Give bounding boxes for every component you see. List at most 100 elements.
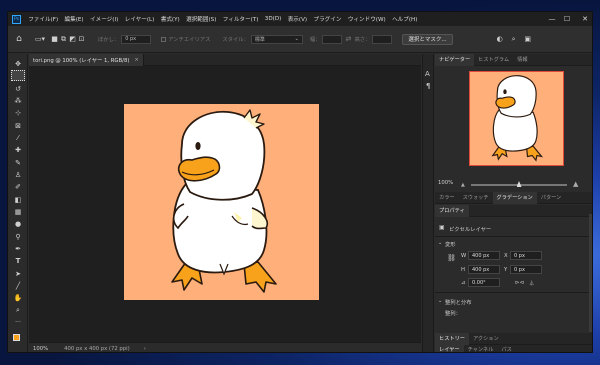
eyedropper-tool-icon[interactable]: ⁄: [11, 132, 25, 143]
gradient-tool-icon[interactable]: ▦: [11, 206, 25, 217]
menu-layer[interactable]: レイヤー(L): [121, 15, 157, 23]
tab-color[interactable]: カラー: [435, 192, 459, 204]
tab-gradients[interactable]: グラデーション: [492, 191, 537, 204]
move-tool-icon[interactable]: ✥: [11, 58, 25, 69]
minimize-button[interactable]: —: [545, 12, 559, 26]
status-menu-arrow[interactable]: ›: [144, 346, 146, 352]
dodge-tool-icon[interactable]: ⚲: [11, 231, 25, 242]
document-tab[interactable]: tori.png @ 100% (レイヤー 1, RGB/8) ×: [29, 54, 144, 66]
layers-tabs: レイヤー チャンネル パス: [435, 344, 592, 353]
add-selection-icon[interactable]: ⧉: [59, 35, 68, 44]
pixel-layer-icon: ▣: [439, 224, 445, 231]
pen-tool-icon[interactable]: ✒: [11, 243, 25, 254]
rectangular-marquee-tool-icon[interactable]: [11, 70, 25, 81]
antialias-checkbox[interactable]: アンチエイリアス: [161, 35, 210, 43]
y-field[interactable]: 0 px: [510, 265, 542, 274]
user-icon[interactable]: ◐: [493, 35, 507, 43]
clone-stamp-tool-icon[interactable]: ♙: [11, 169, 25, 180]
flip-horizontal-icon[interactable]: ⊳⊲: [515, 280, 524, 286]
zoom-level[interactable]: 100%: [33, 346, 48, 352]
height-input[interactable]: [372, 34, 393, 44]
foreground-color-swatch[interactable]: [13, 334, 20, 341]
layer-type-label: ピクセルレイヤー: [449, 227, 492, 233]
character-panel-icon[interactable]: A: [425, 70, 430, 78]
menu-view[interactable]: 表示(V): [285, 15, 311, 23]
search-icon[interactable]: ⌕: [507, 35, 521, 44]
workspace-icon[interactable]: ▣: [521, 35, 535, 43]
menu-3d[interactable]: 3D(D): [262, 16, 285, 22]
menu-help[interactable]: ヘルプ(H): [389, 15, 421, 23]
home-icon[interactable]: ⌂: [8, 34, 30, 44]
chevron-down-icon[interactable]: ⌄: [438, 298, 442, 304]
document-image[interactable]: [124, 104, 319, 300]
blur-tool-icon[interactable]: ●: [11, 218, 25, 229]
marquee-tool-icon[interactable]: ▭▾: [30, 35, 50, 43]
link-icon[interactable]: ⛓: [447, 254, 456, 262]
canvas-area[interactable]: [29, 66, 421, 342]
tab-channels[interactable]: チャンネル: [464, 345, 498, 353]
menu-plugins[interactable]: プラグイン: [310, 15, 344, 23]
angle-field[interactable]: 0.00°: [468, 278, 500, 287]
history-tabs: ヒストリー アクション: [435, 332, 592, 345]
navigator-zoom-slider[interactable]: [471, 181, 567, 187]
tab-actions[interactable]: アクション: [469, 333, 503, 345]
style-label: スタイル：: [222, 37, 249, 43]
new-selection-icon[interactable]: ■: [50, 35, 59, 43]
tab-histogram[interactable]: ヒストグラム: [474, 54, 513, 66]
lasso-tool-icon[interactable]: ↺: [11, 83, 25, 94]
crop-tool-icon[interactable]: ⊹: [11, 107, 25, 118]
hand-tool-icon[interactable]: ✋: [11, 292, 25, 303]
menu-edit[interactable]: 編集(E): [61, 15, 86, 23]
menu-select[interactable]: 選択範囲(S): [183, 15, 220, 23]
width-input[interactable]: [322, 34, 343, 44]
feather-input[interactable]: 0 px: [121, 34, 152, 44]
tab-layers[interactable]: レイヤー: [435, 344, 464, 352]
paragraph-panel-icon[interactable]: ¶: [426, 82, 430, 90]
tab-patterns[interactable]: パターン: [537, 192, 566, 204]
line-tool-icon[interactable]: ╱: [11, 280, 25, 291]
status-bar: 100% 400 px x 400 px (72 ppi) ›: [29, 342, 421, 352]
more-tools-icon[interactable]: ···: [11, 317, 25, 328]
style-value: 標準: [254, 36, 265, 43]
intersect-selection-icon[interactable]: ⊡: [77, 35, 86, 43]
close-tab-icon[interactable]: ×: [134, 57, 138, 63]
x-field[interactable]: 0 px: [510, 251, 542, 260]
swap-dimensions-icon[interactable]: ⇄: [342, 35, 354, 43]
height-field[interactable]: 400 px: [468, 265, 500, 274]
style-select[interactable]: 標準 ⌄: [250, 34, 303, 44]
tab-info[interactable]: 情報: [513, 54, 531, 66]
zoom-in-icon[interactable]: ▲: [573, 180, 578, 188]
navigator-zoom-value[interactable]: 100%: [438, 180, 453, 186]
tab-paths[interactable]: パス: [497, 345, 515, 353]
zoom-tool-icon[interactable]: ⌕: [11, 305, 25, 316]
width-field[interactable]: 400 px: [468, 251, 500, 260]
type-tool-icon[interactable]: T: [11, 255, 25, 266]
menu-image[interactable]: イメージ(I): [87, 15, 122, 23]
healing-brush-tool-icon[interactable]: ✚: [11, 144, 25, 155]
chevron-down-icon[interactable]: ⌄: [438, 240, 442, 246]
maximize-button[interactable]: ☐: [560, 12, 574, 26]
close-button[interactable]: ✕: [578, 12, 592, 26]
menu-window[interactable]: ウィンドウ(W): [345, 15, 389, 23]
eraser-tool-icon[interactable]: ◧: [11, 194, 25, 205]
menu-file[interactable]: ファイル(F): [25, 15, 61, 23]
menu-type[interactable]: 書式(Y): [158, 15, 183, 23]
select-and-mask-button[interactable]: 選択とマスク...: [402, 33, 453, 45]
tab-history[interactable]: ヒストリー: [435, 332, 469, 345]
history-brush-tool-icon[interactable]: ✐: [11, 181, 25, 192]
zoom-out-icon[interactable]: ▲: [461, 182, 465, 188]
tab-navigator[interactable]: ナビゲーター: [435, 53, 475, 66]
tab-properties[interactable]: プロパティ: [435, 204, 469, 217]
document-tab-bar: tori.png @ 100% (レイヤー 1, RGB/8) ×: [29, 54, 421, 66]
navigator-preview[interactable]: [469, 71, 564, 166]
subtract-selection-icon[interactable]: ◩: [68, 35, 77, 43]
properties-scrollbar[interactable]: [589, 214, 592, 332]
navigator-zoom-thumb[interactable]: [516, 181, 522, 187]
brush-tool-icon[interactable]: ✎: [11, 157, 25, 168]
tab-swatches[interactable]: スウォッチ: [459, 192, 493, 204]
menu-filter[interactable]: フィルター(T): [220, 15, 262, 23]
frame-tool-icon[interactable]: ⊠: [11, 120, 25, 131]
magic-wand-tool-icon[interactable]: ⁂: [11, 95, 25, 106]
flip-vertical-icon[interactable]: ⏃: [529, 279, 534, 287]
path-selection-tool-icon[interactable]: ➤: [11, 268, 25, 279]
